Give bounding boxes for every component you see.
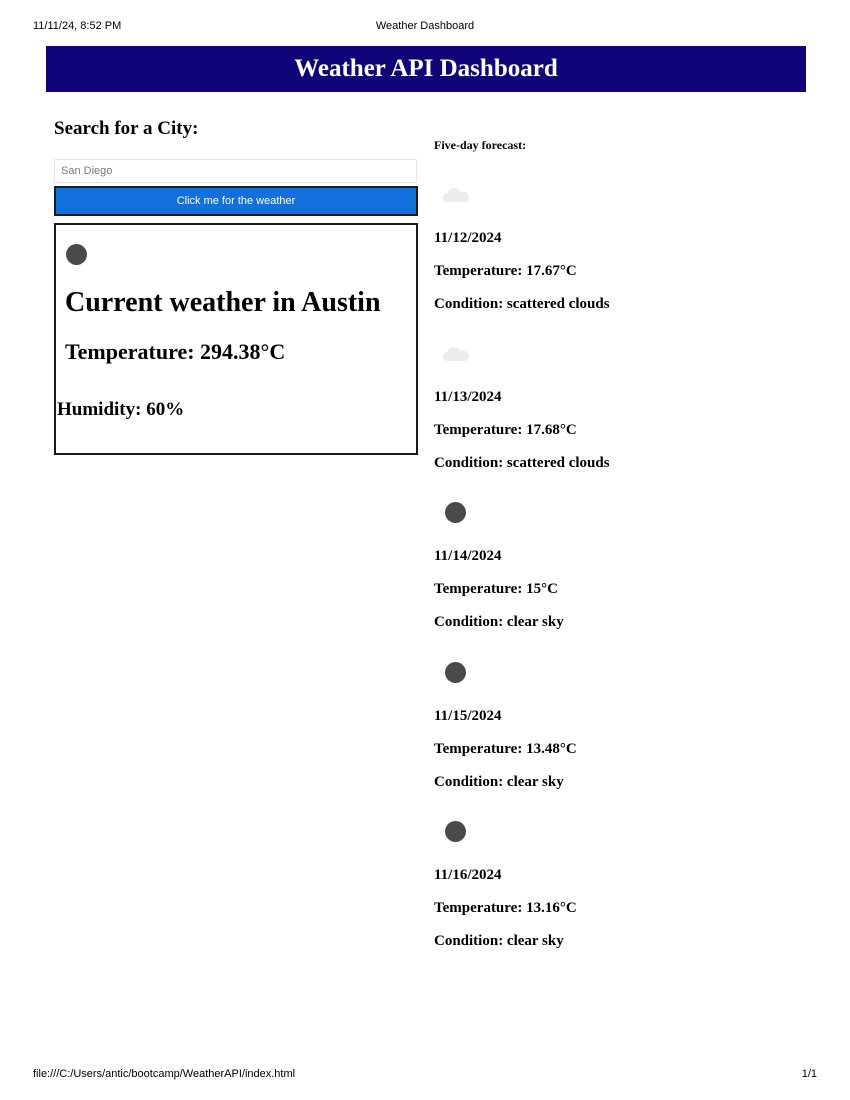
print-file-url: file:///C:/Users/antic/bootcamp/WeatherA… xyxy=(33,1068,296,1080)
forecast-date: 11/15/2024 xyxy=(434,708,502,724)
forecast-day: 11/14/2024 Temperature: 15°C Condition: … xyxy=(434,501,794,651)
forecast-condition: Condition: clear sky xyxy=(434,774,564,790)
current-temperature: Temperature: 294.38°C xyxy=(65,339,286,364)
cloud-icon xyxy=(443,188,469,202)
forecast-condition: Condition: clear sky xyxy=(434,933,564,949)
forecast-heading: Five-day forecast: xyxy=(434,138,527,152)
forecast-icon-slot xyxy=(441,342,471,366)
forecast-day: 11/12/2024 Temperature: 17.67°C Conditio… xyxy=(434,183,794,333)
moon-icon xyxy=(445,662,466,683)
cloud-icon xyxy=(443,347,469,361)
moon-icon xyxy=(445,502,466,523)
forecast-icon-slot xyxy=(441,661,471,685)
moon-icon xyxy=(445,821,466,842)
print-page-number: 1/1 xyxy=(801,1068,817,1080)
forecast-icon-slot xyxy=(441,820,471,844)
moon-icon xyxy=(66,244,87,265)
current-weather-card: Current weather in Austin Temperature: 2… xyxy=(54,223,418,455)
forecast-temperature: Temperature: 15°C xyxy=(434,581,558,597)
forecast-day: 11/15/2024 Temperature: 13.48°C Conditio… xyxy=(434,661,794,811)
forecast-day: 11/16/2024 Temperature: 13.16°C Conditio… xyxy=(434,820,794,970)
forecast-day: 11/13/2024 Temperature: 17.68°C Conditio… xyxy=(434,342,794,492)
forecast-date: 11/12/2024 xyxy=(434,230,502,246)
forecast-temperature: Temperature: 13.48°C xyxy=(434,741,577,757)
forecast-date: 11/14/2024 xyxy=(434,548,502,564)
page-title: Weather API Dashboard xyxy=(294,55,558,82)
forecast-temperature: Temperature: 17.68°C xyxy=(434,422,577,438)
forecast-icon-slot xyxy=(441,501,471,525)
forecast-condition: Condition: scattered clouds xyxy=(434,296,610,312)
get-weather-button[interactable]: Click me for the weather xyxy=(54,186,418,216)
page-header-banner: Weather API Dashboard xyxy=(46,46,806,92)
search-heading: Search for a City: xyxy=(54,118,199,139)
forecast-date: 11/13/2024 xyxy=(434,389,502,405)
forecast-temperature: Temperature: 17.67°C xyxy=(434,263,577,279)
forecast-condition: Condition: clear sky xyxy=(434,614,564,630)
forecast-condition: Condition: scattered clouds xyxy=(434,455,610,471)
forecast-icon-slot xyxy=(441,183,471,207)
print-doc-title: Weather Dashboard xyxy=(375,20,475,32)
current-weather-title: Current weather in Austin xyxy=(65,287,381,318)
current-humidity: Humidity: 60% xyxy=(57,399,185,420)
forecast-temperature: Temperature: 13.16°C xyxy=(434,900,577,916)
forecast-date: 11/16/2024 xyxy=(434,867,502,883)
city-search-input[interactable] xyxy=(54,159,417,183)
